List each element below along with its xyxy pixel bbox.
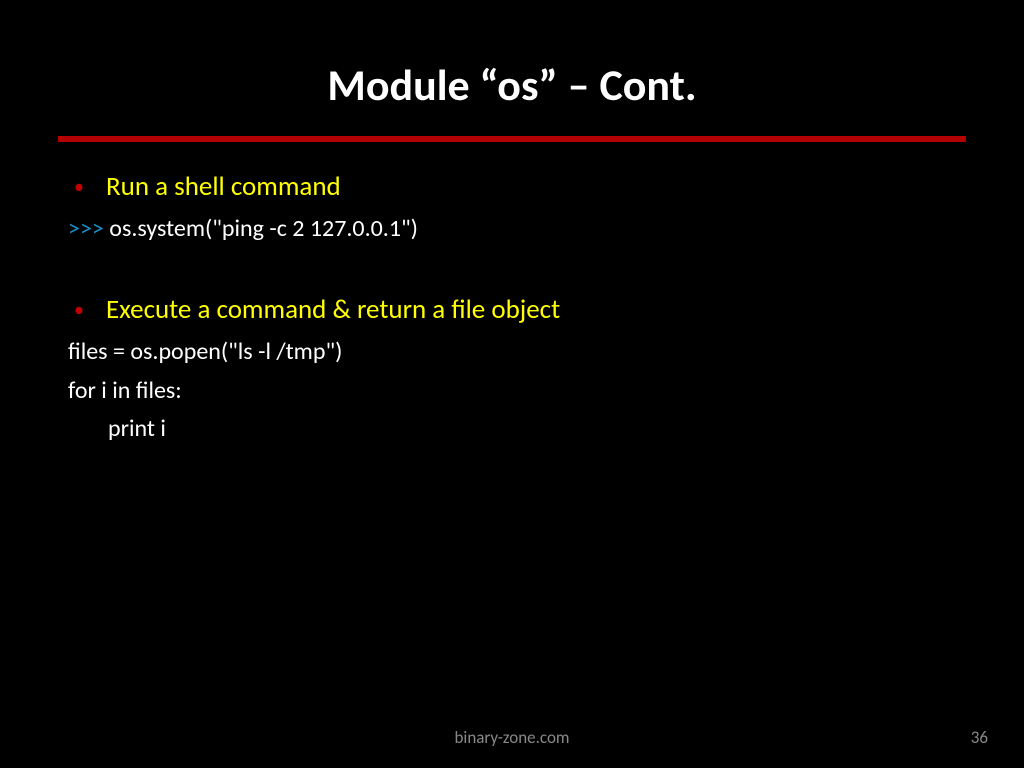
divider (58, 136, 966, 142)
slide: Module “os” – Cont. • Run a shell comman… (0, 0, 1024, 768)
page-number: 36 (971, 727, 988, 748)
bullet-heading: Execute a command & return a file object (106, 293, 560, 326)
bullet-item: • Execute a command & return a file obje… (68, 293, 956, 326)
slide-content: • Run a shell command >>> os.system("pin… (0, 170, 1024, 446)
slide-title: Module “os” – Cont. (0, 0, 1024, 136)
bullet-item: • Run a shell command (68, 170, 956, 203)
bullet-heading: Run a shell command (106, 170, 341, 203)
code-line: files = os.popen("ls -l /tmp") (68, 336, 956, 368)
code-text: os.system("ping -c 2 127.0.0.1") (109, 214, 418, 243)
bullet-icon: • (74, 300, 84, 320)
bullet-icon: • (74, 177, 84, 197)
code-line: for i in files: (68, 375, 956, 407)
spacer (68, 251, 956, 293)
code-line: print i (68, 413, 956, 445)
code-line: >>> os.system("ping -c 2 127.0.0.1") (68, 213, 956, 245)
prompt-chevrons: >>> (68, 214, 109, 243)
footer-text: binary-zone.com (0, 727, 1024, 748)
